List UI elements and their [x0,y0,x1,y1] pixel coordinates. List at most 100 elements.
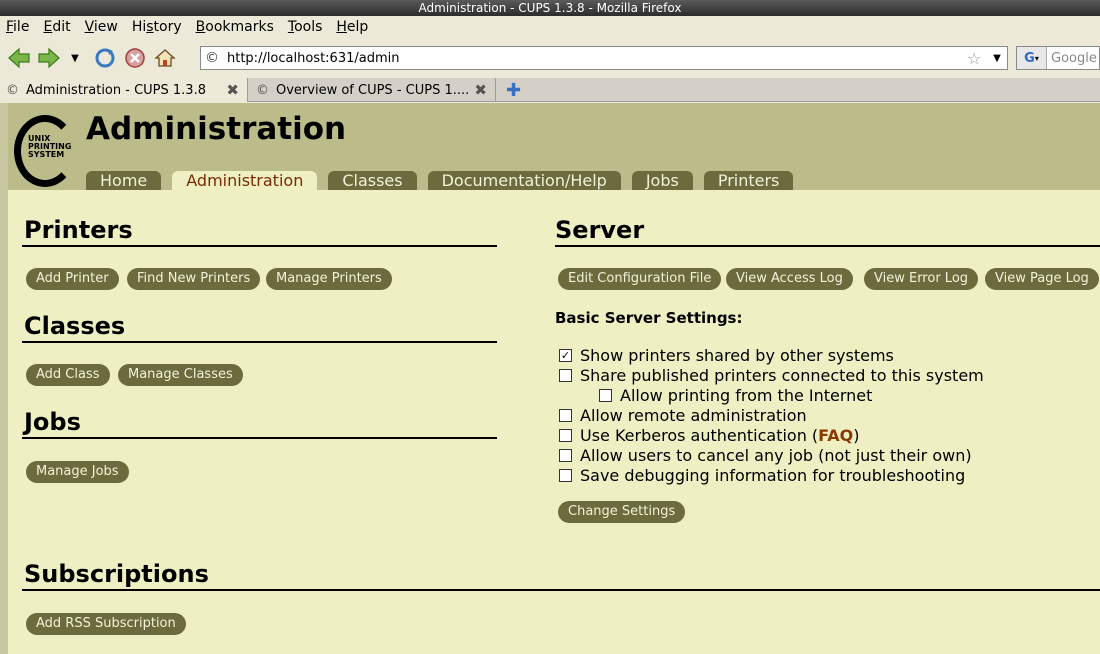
subscriptions-rule [22,589,1100,591]
checkbox-checked[interactable]: ✓ [559,349,572,362]
subscriptions-heading: Subscriptions [24,560,209,588]
home-icon[interactable] [150,43,180,73]
setting-show-shared-printers[interactable]: ✓ Show printers shared by other systems [559,346,894,365]
server-rule [555,245,1100,247]
menu-tools-rest: ools [294,19,323,35]
nav-tab-classes[interactable]: Classes [328,171,417,190]
url-text[interactable]: http://localhost:631/admin [223,51,967,66]
view-error-log-button[interactable]: View Error Log [864,268,979,290]
setting-save-debugging[interactable]: Save debugging information for troublesh… [559,466,965,485]
menu-edit-rest: dit [52,19,71,35]
cups-logo: UNIX PRINTING SYSTEM [14,115,76,187]
printers-heading: Printers [24,216,133,244]
add-rss-subscription-button[interactable]: Add RSS Subscription [26,613,186,635]
basic-server-settings-label: Basic Server Settings: [555,309,743,327]
forward-icon[interactable] [34,43,64,73]
menu-history[interactable]: History [132,19,182,35]
faq-link[interactable]: FAQ [818,426,853,445]
search-engine-icon[interactable]: G ▾ [1017,47,1047,69]
new-tab-icon[interactable]: ✚ [506,80,521,101]
nav-tab-jobs[interactable]: Jobs [631,171,693,190]
cups-favicon-icon: © [6,82,19,98]
cups-header: UNIX PRINTING SYSTEM Administration Home… [8,103,1100,190]
setting-label: Share published printers connected to th… [580,366,984,385]
view-page-log-button[interactable]: View Page Log [985,268,1099,290]
checkbox[interactable] [559,449,572,462]
tab-label: Administration - CUPS 1.3.8 [26,82,206,98]
tab-administration[interactable]: © Administration - CUPS 1.3.8 ✖ [0,78,248,102]
cups-nav-tabs: Home Administration Classes Documentatio… [86,171,804,190]
add-printer-button[interactable]: Add Printer [26,268,119,290]
search-box[interactable]: G ▾ Google [1016,46,1100,70]
printers-rule [22,245,497,247]
reload-icon[interactable] [90,43,120,73]
menu-edit[interactable]: Edit [43,19,70,35]
checkbox[interactable] [559,469,572,482]
menu-history-rest: tory [153,19,182,35]
site-identity-icon[interactable]: © [201,50,223,66]
stop-icon[interactable] [120,43,150,73]
checkbox[interactable] [559,369,572,382]
page-content: UNIX PRINTING SYSTEM Administration Home… [0,103,1100,654]
tab-strip: © Administration - CUPS 1.3.8 ✖ © Overvi… [0,78,1100,102]
menu-bookmarks-rest: ookmarks [205,19,274,35]
menu-file-rest: ile [13,19,30,35]
search-input[interactable]: Google [1047,51,1097,66]
menu-file[interactable]: File [6,19,29,35]
menu-bookmarks[interactable]: Bookmarks [196,19,274,35]
menu-view[interactable]: View [85,19,118,35]
logo-text: UNIX PRINTING SYSTEM [28,134,72,159]
bookmark-star-icon[interactable]: ☆ [967,49,987,68]
checkbox[interactable] [599,389,612,402]
url-dropdown-icon[interactable]: ▼ [987,53,1007,64]
window-title: Administration - CUPS 1.3.8 - Mozilla Fi… [418,1,682,15]
jobs-rule [22,437,497,439]
checkbox[interactable] [559,429,572,442]
menu-tools[interactable]: Tools [288,19,323,35]
checkbox[interactable] [559,409,572,422]
setting-label: Allow printing from the Internet [620,386,873,405]
setting-label: Allow remote administration [580,406,807,425]
setting-share-published-printers[interactable]: Share published printers connected to th… [559,366,984,385]
edit-configuration-file-button[interactable]: Edit Configuration File [558,268,722,290]
manage-classes-button[interactable]: Manage Classes [118,364,243,386]
menu-help-rest: elp [346,19,369,35]
setting-allow-remote-admin[interactable]: Allow remote administration [559,406,807,425]
setting-kerberos[interactable]: Use Kerberos authentication (FAQ) [559,426,860,445]
page-left-border [0,103,8,654]
setting-label: Use Kerberos authentication ( [580,426,819,445]
change-settings-button[interactable]: Change Settings [558,501,686,523]
server-heading: Server [555,216,645,244]
close-tab-icon[interactable]: ✖ [474,81,487,99]
classes-rule [22,341,497,343]
find-new-printers-button[interactable]: Find New Printers [127,268,261,290]
setting-label-suffix: ) [853,426,860,445]
menu-help[interactable]: Help [336,19,368,35]
page-title: Administration [86,111,347,147]
manage-printers-button[interactable]: Manage Printers [266,268,392,290]
nav-tab-printers[interactable]: Printers [703,171,794,190]
tab-label: Overview of CUPS - CUPS 1.... [276,82,470,98]
close-tab-icon[interactable]: ✖ [226,81,239,99]
manage-jobs-button[interactable]: Manage Jobs [26,461,129,483]
nav-tab-administration[interactable]: Administration [172,171,318,190]
menu-history-pre: Hi [131,19,147,35]
classes-heading: Classes [24,312,126,340]
address-bar[interactable]: © http://localhost:631/admin ☆ ▼ [200,46,1008,70]
nav-tab-home[interactable]: Home [86,171,162,190]
menu-view-rest: iew [93,19,118,35]
setting-allow-printing-internet[interactable]: Allow printing from the Internet [599,386,872,405]
add-class-button[interactable]: Add Class [26,364,110,386]
menu-bar: File Edit View History Bookmarks Tools H… [0,16,1100,38]
back-icon[interactable] [4,43,34,73]
history-dropdown-icon[interactable]: ▼ [64,43,86,73]
view-access-log-button[interactable]: View Access Log [726,268,853,290]
window-title-bar: Administration - CUPS 1.3.8 - Mozilla Fi… [0,0,1100,16]
setting-label: Allow users to cancel any job (not just … [580,446,972,465]
tab-overview[interactable]: © Overview of CUPS - CUPS 1.... ✖ [250,78,496,102]
jobs-heading: Jobs [24,408,81,436]
setting-label: Save debugging information for troublesh… [580,466,966,485]
setting-label: Show printers shared by other systems [580,346,894,365]
setting-allow-cancel-any-job[interactable]: Allow users to cancel any job (not just … [559,446,972,465]
nav-tab-documentation[interactable]: Documentation/Help [427,171,621,190]
